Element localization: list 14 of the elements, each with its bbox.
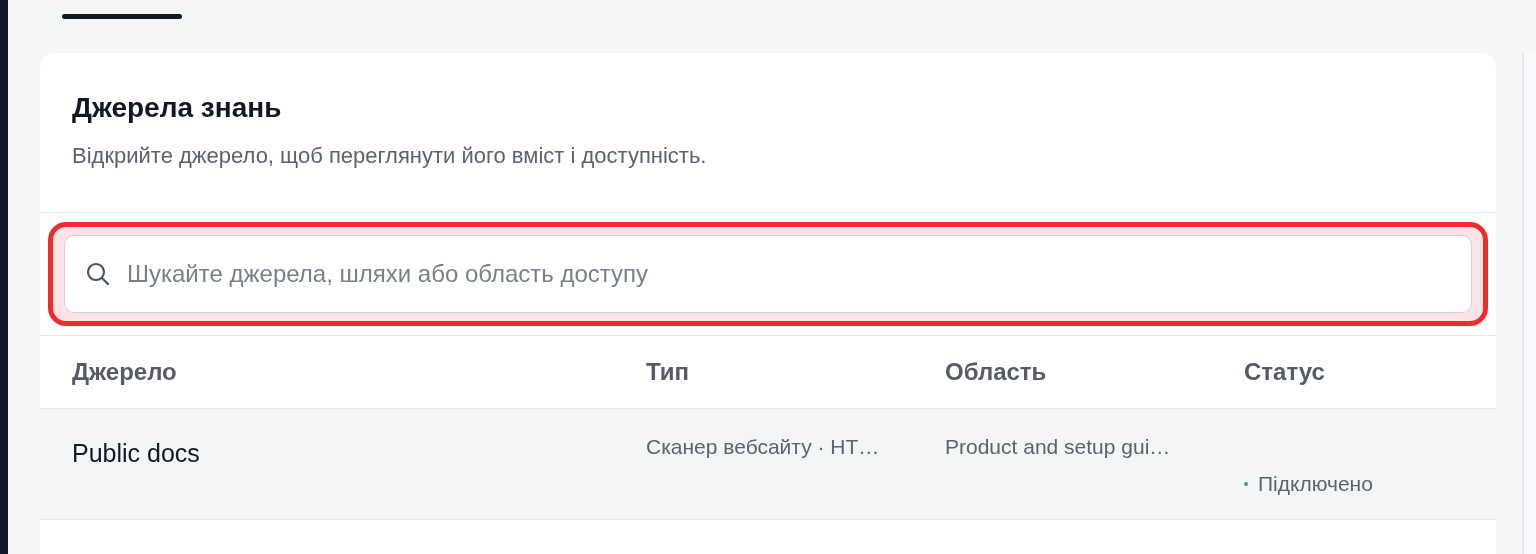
panel-title: Джерела знань	[72, 91, 283, 125]
table-row[interactable]: Public docs Сканер вебсайту · HT… Product and setup gui… Підключено	[40, 409, 1496, 520]
column-header: Джерело	[72, 357, 178, 387]
column-header: Тип	[646, 357, 690, 387]
column-header: Область	[945, 357, 1048, 387]
search-icon	[85, 261, 111, 287]
panel-subtitle: Відкрийте джерело, щоб переглянути його вміст і доступність.	[72, 141, 708, 170]
tab-indicator[interactable]	[62, 14, 182, 19]
table-cell-text: Product and setup gui…	[945, 434, 1172, 460]
search-field[interactable]: Шукайте джерела, шляхи або область доступу	[64, 235, 1472, 313]
column-header: Статус	[1244, 357, 1326, 387]
table-cell-text: Сканер вебсайту · HT…	[646, 434, 881, 460]
table-cell-text: Public docs	[72, 438, 201, 469]
status-text: Підключено	[1258, 471, 1373, 498]
